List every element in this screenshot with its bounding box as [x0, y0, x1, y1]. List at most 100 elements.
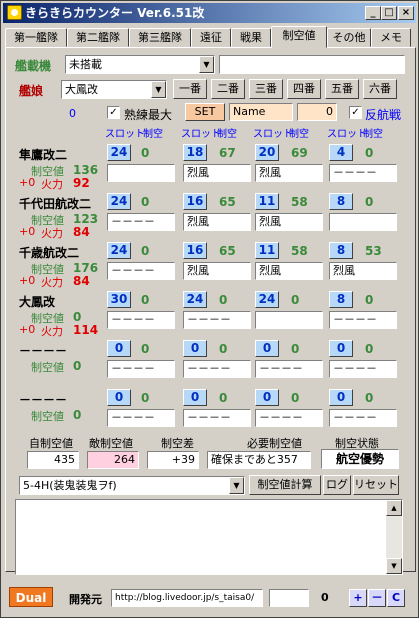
slot-plane-field[interactable]: －－－－: [329, 360, 397, 378]
scroll-down-icon[interactable]: ▼: [386, 558, 402, 574]
tab-air-power[interactable]: 制空値: [271, 26, 327, 48]
aircraft-select[interactable]: 未搭載 ▼: [65, 55, 215, 74]
slot-plane-field[interactable]: 烈風: [183, 262, 251, 280]
scroll-up-icon[interactable]: ▲: [386, 500, 402, 516]
slot-plane-field[interactable]: －－－－: [107, 360, 175, 378]
slot-plane-field[interactable]: －－－－: [329, 409, 397, 427]
slot-count-button[interactable]: 24: [107, 242, 131, 259]
chevron-down-icon[interactable]: ▼: [151, 81, 166, 98]
plus-button[interactable]: +: [349, 589, 367, 607]
slot-seiku-value: 0: [141, 342, 150, 356]
log-scrollbar[interactable]: ▲ ▼: [386, 500, 402, 574]
maximize-button[interactable]: □: [381, 6, 397, 20]
order-button-2[interactable]: 二番: [211, 79, 245, 99]
slot-count-button[interactable]: 24: [107, 193, 131, 210]
slot-count-button[interactable]: 24: [183, 291, 207, 308]
tab-other[interactable]: その他: [327, 28, 371, 47]
clear-button[interactable]: C: [387, 589, 405, 607]
ship-name: －－－－: [19, 393, 68, 407]
slot-plane-field[interactable]: 烈風: [255, 262, 323, 280]
tab-memo[interactable]: メモ: [371, 28, 411, 47]
slot-seiku-value: 58: [291, 195, 308, 209]
slot-count-button[interactable]: 0: [183, 340, 207, 357]
slot-plane-field[interactable]: 烈風: [255, 213, 323, 231]
order-button-3[interactable]: 三番: [249, 79, 283, 99]
chevron-down-icon[interactable]: ▼: [199, 56, 214, 73]
title-bar[interactable]: きらきらカウンター Ver.6.51改 _ □ ×: [3, 3, 416, 23]
minus-button[interactable]: －: [368, 589, 386, 607]
hankou-checkbox[interactable]: ✓: [349, 106, 362, 119]
slot-plane-field[interactable]: －－－－: [107, 262, 175, 280]
slot-count-button[interactable]: 0: [255, 340, 279, 357]
tab-expedition[interactable]: 遠征: [191, 28, 231, 47]
slot-plane-field[interactable]: 烈風: [183, 213, 251, 231]
slot-plane-field[interactable]: －－－－: [107, 213, 175, 231]
name-count-input[interactable]: 0: [297, 103, 337, 121]
slot-seiku-value: 0: [365, 293, 374, 307]
tab-fleet1[interactable]: 第一艦隊: [5, 28, 67, 47]
app-window: きらきらカウンター Ver.6.51改 _ □ × 第一艦隊 第二艦隊 第三艦隊…: [0, 0, 419, 618]
slot-count-button[interactable]: 20: [255, 144, 279, 161]
slot-count-button[interactable]: 11: [255, 193, 279, 210]
slot-count-button[interactable]: 0: [107, 340, 131, 357]
slot-count-button[interactable]: 24: [255, 291, 279, 308]
chevron-down-icon[interactable]: ▼: [229, 477, 244, 494]
slot-count-button[interactable]: 8: [329, 193, 353, 210]
order-button-6[interactable]: 六番: [363, 79, 397, 99]
set-button[interactable]: SET: [185, 103, 225, 121]
log-button[interactable]: ログ: [323, 475, 351, 495]
tab-fleet3[interactable]: 第三艦隊: [129, 28, 191, 47]
slot-plane-field[interactable]: [329, 213, 397, 231]
log-textarea[interactable]: ▲ ▼: [15, 499, 403, 575]
reset-button[interactable]: リセット: [353, 475, 399, 495]
slot-plane-field[interactable]: 烈風: [329, 262, 397, 280]
name-input[interactable]: Name: [229, 103, 293, 121]
close-button[interactable]: ×: [398, 6, 414, 20]
slot-count-button[interactable]: 0: [183, 389, 207, 406]
tab-fleet2[interactable]: 第二艦隊: [67, 28, 129, 47]
ship-select[interactable]: 大鳳改 ▼: [61, 80, 167, 99]
order-button-5[interactable]: 五番: [325, 79, 359, 99]
dual-button[interactable]: Dual: [9, 587, 53, 607]
slot-count-button[interactable]: 24: [107, 144, 131, 161]
slot-plane-field[interactable]: －－－－: [255, 360, 323, 378]
ship-karyoku-value: 84: [73, 274, 90, 288]
order-button-4[interactable]: 四番: [287, 79, 321, 99]
aircraft-note-input[interactable]: [219, 55, 405, 74]
slot-plane-field[interactable]: [255, 311, 323, 329]
slot-plane-field[interactable]: －－－－: [183, 409, 251, 427]
map-select[interactable]: 5-4H(装鬼装鬼ヲf) ▼: [19, 476, 245, 495]
slot-count-button[interactable]: 0: [107, 389, 131, 406]
slot-seiku-value: 0: [141, 293, 150, 307]
slot-plane-field[interactable]: －－－－: [329, 164, 397, 182]
slot-plane-field[interactable]: －－－－: [107, 409, 175, 427]
slot-count-button[interactable]: 8: [329, 242, 353, 259]
slot-count-button[interactable]: 30: [107, 291, 131, 308]
ship-seiku-label: 制空値: [31, 410, 64, 423]
order-button-1[interactable]: 一番: [173, 79, 207, 99]
slot-count-button[interactable]: 11: [255, 242, 279, 259]
url-field[interactable]: http://blog.livedoor.jp/s_taisa0/: [111, 589, 263, 607]
slot-plane-field[interactable]: [107, 164, 175, 182]
slot-count-button[interactable]: 0: [329, 389, 353, 406]
slot-count-button[interactable]: 4: [329, 144, 353, 161]
slot-count-button[interactable]: 0: [329, 340, 353, 357]
slot-plane-field[interactable]: －－－－: [255, 409, 323, 427]
slot-plane-field[interactable]: 烈風: [183, 164, 251, 182]
tab-results[interactable]: 戦果: [231, 28, 271, 47]
jukuren-checkbox[interactable]: ✓: [107, 106, 120, 119]
slot-plane-field[interactable]: －－－－: [183, 360, 251, 378]
slot-count-button[interactable]: 0: [255, 389, 279, 406]
slot-count-button[interactable]: 16: [183, 193, 207, 210]
minimize-button[interactable]: _: [365, 6, 381, 20]
dev-label: 開発元: [69, 593, 102, 606]
slot-plane-field[interactable]: －－－－: [329, 311, 397, 329]
slot-plane-field[interactable]: －－－－: [107, 311, 175, 329]
slot-plane-field[interactable]: －－－－: [183, 311, 251, 329]
footer-count-input[interactable]: [269, 589, 309, 607]
slot-count-button[interactable]: 8: [329, 291, 353, 308]
calc-button[interactable]: 制空値計算: [249, 475, 321, 495]
slot-count-button[interactable]: 16: [183, 242, 207, 259]
slot-plane-field[interactable]: 烈風: [255, 164, 323, 182]
slot-count-button[interactable]: 18: [183, 144, 207, 161]
